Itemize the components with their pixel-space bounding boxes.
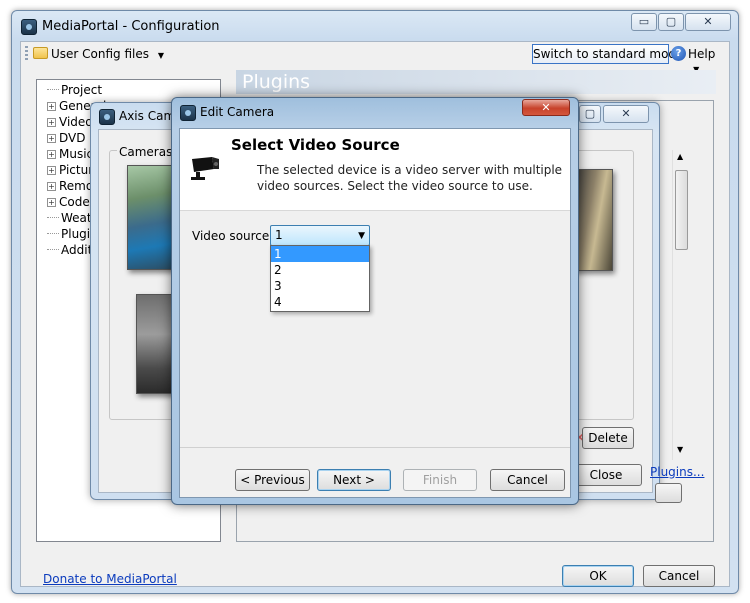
wizard-client: Select Video Source The selected device … [179, 128, 571, 498]
plugins-link[interactable]: Plugins... [650, 465, 704, 479]
user-config-label: User Config files [51, 47, 150, 61]
camera-icon [191, 157, 219, 180]
tree-item-label: DVD [59, 131, 86, 145]
expand-icon[interactable]: + [47, 150, 56, 159]
tree-connector [47, 249, 59, 250]
edit-camera-app-icon [180, 105, 196, 121]
window-title: MediaPortal - Configuration [42, 19, 220, 34]
finish-button: Finish [403, 469, 477, 491]
expand-icon[interactable]: + [47, 166, 56, 175]
wizard-cancel-button[interactable]: Cancel [490, 469, 565, 491]
chevron-down-icon: ▼ [152, 51, 165, 60]
maximize-button[interactable]: ▢ [658, 13, 684, 31]
next-button[interactable]: Next > [317, 469, 391, 491]
video-source-option[interactable]: 2 [271, 262, 369, 278]
tree-connector [47, 233, 59, 234]
video-source-option[interactable]: 3 [271, 278, 369, 294]
wizard-description: The selected device is a video server wi… [257, 163, 563, 193]
expand-icon[interactable]: + [47, 182, 56, 191]
expand-icon[interactable]: + [47, 134, 56, 143]
expand-icon[interactable]: + [47, 198, 56, 207]
tree-item[interactable]: Project [47, 82, 121, 98]
delete-button[interactable]: Delete [582, 427, 634, 449]
previous-button[interactable]: < Previous [235, 469, 310, 491]
expand-icon[interactable]: + [47, 118, 56, 127]
video-source-value: 1 [275, 228, 283, 242]
axis-close-dialog-button[interactable]: Close [570, 464, 642, 486]
video-source-label: Video source: [192, 229, 274, 243]
axis-app-icon [99, 109, 115, 125]
video-source-select[interactable]: 1 ▼ [270, 225, 370, 246]
plugins-config-button[interactable] [655, 483, 682, 503]
scroll-up-icon[interactable]: ▲ [677, 152, 683, 161]
camera-thumbnail[interactable] [573, 169, 613, 271]
help-label: Help [688, 47, 716, 61]
cancel-button[interactable]: Cancel [643, 565, 715, 587]
dialog-close-button[interactable]: ✕ [522, 99, 570, 116]
ok-button[interactable]: OK [562, 565, 634, 587]
help-icon[interactable]: ? [671, 46, 686, 61]
edit-camera-dialog: Edit Camera ✕ Select Video Source The se… [171, 97, 579, 505]
video-source-option[interactable]: 1 [271, 246, 369, 262]
switch-mode-button[interactable]: Switch to standard mode [532, 44, 683, 64]
tree-item-label: Project [61, 83, 103, 97]
chevron-down-icon: ▼ [358, 231, 365, 241]
folder-icon [33, 47, 48, 59]
cameras-group-label: Cameras [117, 145, 175, 159]
wizard-separator [180, 447, 570, 448]
wizard-heading: Select Video Source [231, 136, 400, 154]
panel-title: Plugins [236, 70, 716, 94]
minimize-button[interactable]: ▭ [631, 13, 657, 31]
close-button[interactable]: ✕ [685, 13, 731, 31]
wizard-header: Select Video Source The selected device … [180, 129, 570, 211]
toolbar-grip [25, 46, 28, 62]
user-config-dropdown[interactable]: User Config files ▼ [51, 47, 164, 61]
plugins-scrollbar[interactable]: ▲ ▼ [672, 150, 689, 460]
tree-connector [47, 217, 59, 218]
donate-link[interactable]: Donate to MediaPortal [43, 572, 177, 586]
dialog-title: Edit Camera [200, 105, 275, 119]
video-source-option[interactable]: 4 [271, 294, 369, 310]
tree-connector [47, 89, 59, 90]
scroll-down-icon[interactable]: ▼ [677, 445, 683, 454]
video-source-options[interactable]: 1234 [270, 245, 370, 312]
axis-maximize-button[interactable]: ▢ [579, 105, 601, 123]
tree-item-label: Music [59, 147, 94, 161]
axis-close-button[interactable]: ✕ [603, 105, 649, 123]
camera-thumbnail[interactable] [136, 294, 176, 394]
scrollbar-thumb[interactable] [675, 170, 688, 250]
expand-icon[interactable]: + [47, 102, 56, 111]
mediaportal-app-icon [21, 19, 37, 35]
